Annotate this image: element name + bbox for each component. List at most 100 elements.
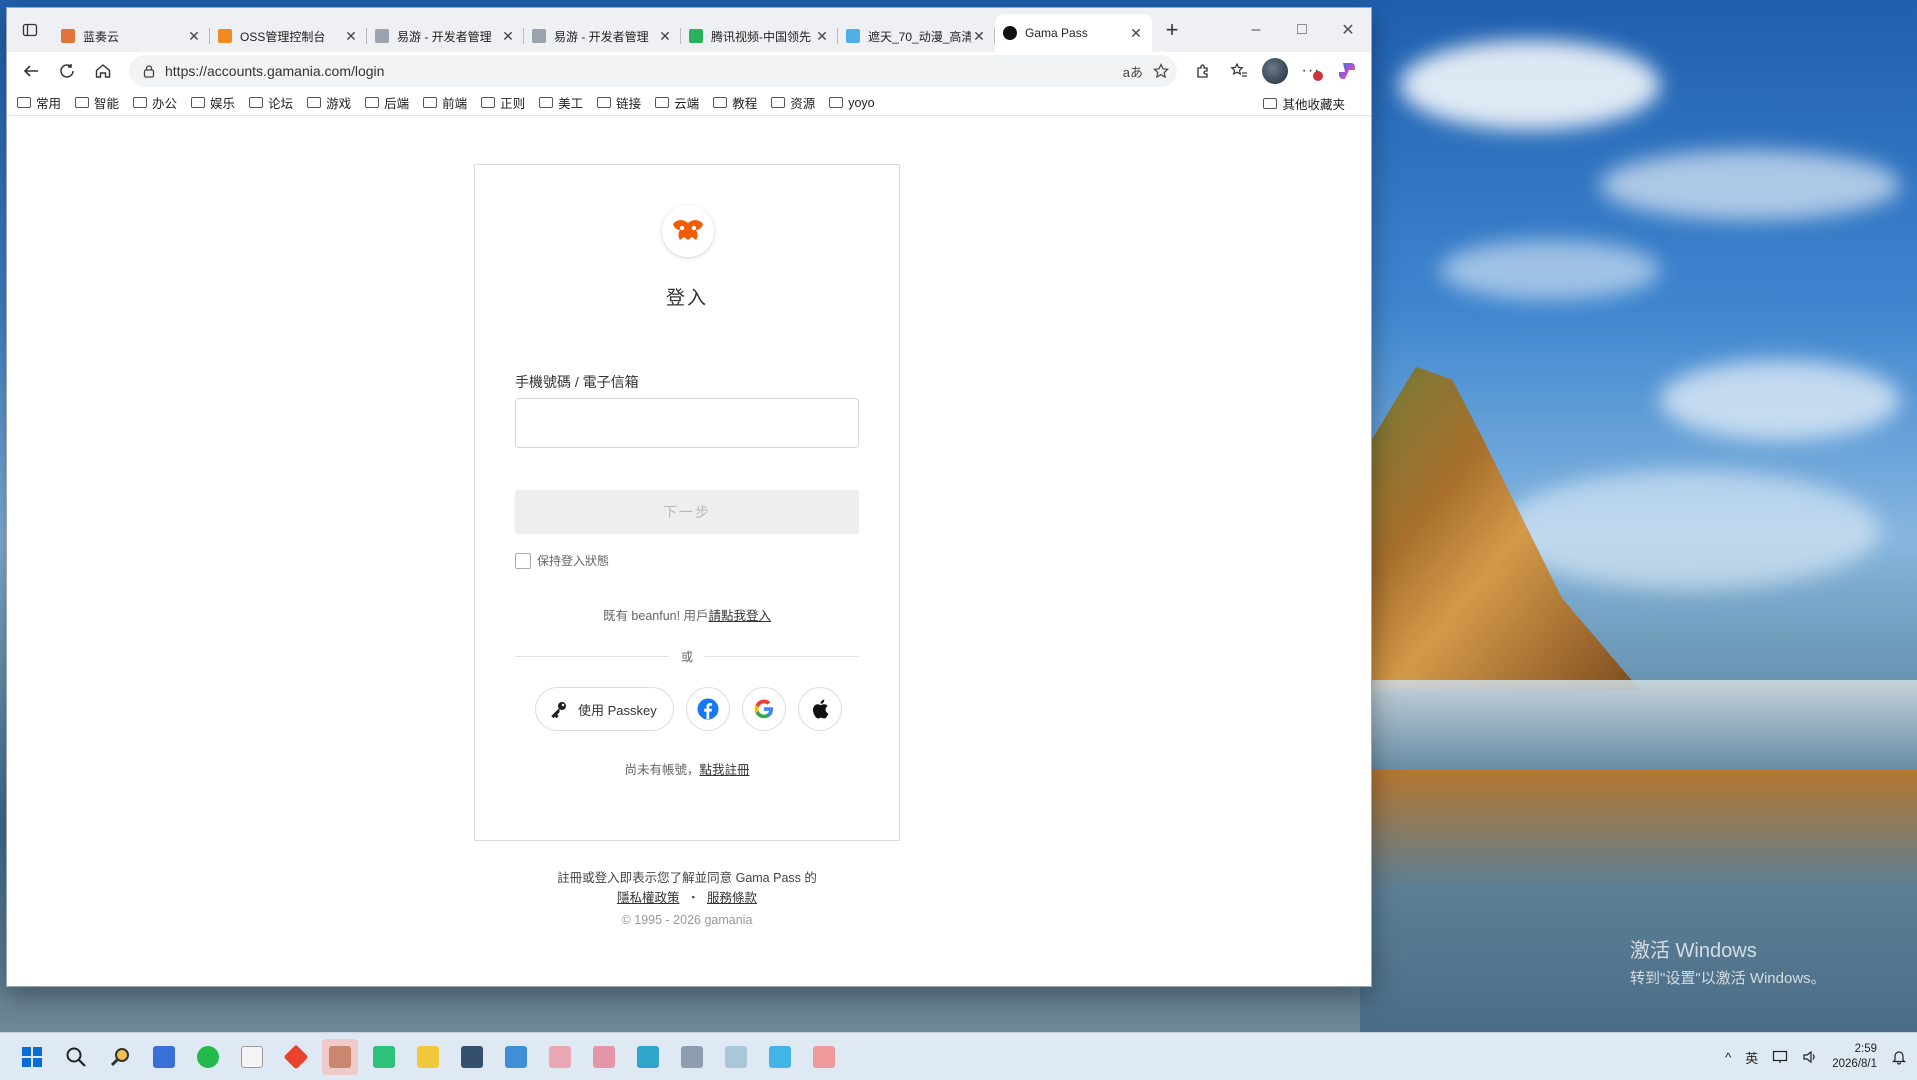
tab-close-icon[interactable]: ✕ bbox=[657, 28, 673, 45]
taskbar-app-8[interactable] bbox=[630, 1039, 666, 1075]
refresh-button[interactable] bbox=[49, 55, 85, 87]
minimize-button[interactable]: – bbox=[1233, 8, 1279, 52]
taskbar-app-git[interactable] bbox=[278, 1039, 314, 1075]
account-input[interactable] bbox=[515, 398, 859, 448]
folder-icon bbox=[655, 97, 670, 108]
site-info-icon[interactable] bbox=[137, 64, 161, 78]
browser-tab[interactable]: Gama Pass ✕ bbox=[995, 14, 1152, 52]
beach-reflection bbox=[1360, 770, 1917, 1032]
bookmark-folder[interactable]: 论坛 bbox=[249, 93, 293, 112]
google-login-button[interactable] bbox=[741, 687, 786, 731]
beanfun-login-link[interactable]: 請點我登入 bbox=[709, 609, 772, 623]
beanfun-login-line: 既有 beanfun! 用戶請點我登入 bbox=[475, 605, 899, 624]
taskbar-app-wechat[interactable] bbox=[190, 1039, 226, 1075]
tab-close-icon[interactable]: ✕ bbox=[186, 28, 202, 45]
network-icon[interactable] bbox=[1772, 1049, 1788, 1065]
window-controls: – □ ✕ bbox=[1233, 8, 1371, 52]
bookmark-folder[interactable]: 云端 bbox=[655, 93, 699, 112]
bookmark-folder[interactable]: 游戏 bbox=[307, 93, 351, 112]
remember-login[interactable]: 保持登入狀態 bbox=[515, 552, 609, 569]
next-button[interactable]: 下一步 bbox=[515, 490, 859, 534]
terms-of-service-link[interactable]: 服務條款 bbox=[707, 891, 757, 905]
tab-title: 遮天_70_动漫_高清 bbox=[868, 29, 971, 44]
extensions-button[interactable] bbox=[1185, 55, 1221, 87]
favorite-star-icon[interactable] bbox=[1153, 63, 1169, 79]
taskbar-app-11[interactable] bbox=[762, 1039, 798, 1075]
taskbar-app-5[interactable] bbox=[498, 1039, 534, 1075]
clock[interactable]: 2:59 2026/8/1 bbox=[1832, 1042, 1877, 1072]
maximize-button[interactable]: □ bbox=[1279, 8, 1325, 52]
bookmark-folder[interactable]: 链接 bbox=[597, 93, 641, 112]
browser-window: 蓝奏云 ✕ OSS管理控制台 ✕ 易游 - 开发者管理 ✕ 易游 - 开发者管理 ✕ 腾讯视频-… bbox=[6, 7, 1372, 987]
other-bookmarks[interactable]: 其他收藏夹 bbox=[1263, 90, 1345, 116]
facebook-login-button[interactable] bbox=[685, 687, 730, 731]
magnifier-app-icon bbox=[110, 1047, 129, 1066]
taskbar-app-2[interactable] bbox=[366, 1039, 402, 1075]
settings-more-button[interactable]: ··· bbox=[1293, 55, 1329, 87]
folder-icon bbox=[365, 97, 380, 108]
home-button[interactable] bbox=[85, 55, 121, 87]
arrow-left-icon bbox=[23, 65, 38, 77]
browser-tab[interactable]: 遮天_70_动漫_高清 ✕ bbox=[838, 20, 995, 52]
tab-actions-icon[interactable] bbox=[15, 15, 45, 45]
taskbar-app-7[interactable] bbox=[586, 1039, 622, 1075]
register-link[interactable]: 點我註冊 bbox=[700, 763, 750, 777]
bookmark-label: 后端 bbox=[384, 97, 410, 111]
tab-close-icon[interactable]: ✕ bbox=[500, 28, 516, 45]
bookmark-folder[interactable]: 资源 bbox=[771, 93, 815, 112]
taskbar-app-9[interactable] bbox=[674, 1039, 710, 1075]
taskbar-app-10[interactable] bbox=[718, 1039, 754, 1075]
bookmark-folder[interactable]: 后端 bbox=[365, 93, 409, 112]
bookmark-folder[interactable]: 智能 bbox=[75, 93, 119, 112]
browser-tab[interactable]: 蓝奏云 ✕ bbox=[53, 20, 210, 52]
taskbar-app-6[interactable] bbox=[542, 1039, 578, 1075]
privacy-policy-link[interactable]: 隱私權政策 bbox=[617, 891, 680, 905]
folder-icon bbox=[133, 97, 148, 108]
taskbar-app-12[interactable] bbox=[806, 1039, 842, 1075]
bookmark-folder[interactable]: 娱乐 bbox=[191, 93, 235, 112]
bookmark-folder[interactable]: yoyo bbox=[829, 96, 875, 110]
taskbar-app-4[interactable] bbox=[454, 1039, 490, 1075]
puzzle-icon bbox=[1197, 64, 1208, 78]
profile-button[interactable] bbox=[1257, 55, 1293, 87]
browser-tab[interactable]: 腾讯视频-中国领先 ✕ bbox=[681, 20, 838, 52]
back-button[interactable] bbox=[13, 55, 49, 87]
bookmark-folder[interactable]: 常用 bbox=[17, 93, 61, 112]
taskbar-app-typora[interactable] bbox=[234, 1039, 270, 1075]
read-aloud-icon[interactable]: aあ bbox=[1123, 62, 1143, 81]
bookmark-folder[interactable]: 正则 bbox=[481, 93, 525, 112]
taskbar-app-3[interactable] bbox=[410, 1039, 446, 1075]
browser-tab[interactable]: 易游 - 开发者管理 ✕ bbox=[367, 20, 524, 52]
tab-close-icon[interactable]: ✕ bbox=[343, 28, 359, 45]
tab-close-icon[interactable]: ✕ bbox=[971, 28, 987, 45]
notification-bell-icon[interactable] bbox=[1891, 1049, 1907, 1065]
taskbar-app-browser[interactable] bbox=[322, 1038, 358, 1075]
browser-tab[interactable]: OSS管理控制台 ✕ bbox=[210, 20, 367, 52]
ime-indicator[interactable]: 英 bbox=[1745, 1048, 1758, 1067]
bookmark-folder[interactable]: 前端 bbox=[423, 93, 467, 112]
close-window-button[interactable]: ✕ bbox=[1325, 8, 1371, 52]
taskbar-app-1[interactable] bbox=[146, 1039, 182, 1075]
bookmark-folder[interactable]: 教程 bbox=[713, 93, 757, 112]
tab-close-icon[interactable]: ✕ bbox=[1128, 25, 1144, 42]
browser-tab[interactable]: 易游 - 开发者管理 ✕ bbox=[524, 20, 681, 52]
address-bar[interactable]: https://accounts.gamania.com/login aあ bbox=[129, 55, 1177, 87]
url-text[interactable]: https://accounts.gamania.com/login bbox=[165, 63, 1123, 79]
bookmark-folder[interactable]: 美工 bbox=[539, 93, 583, 112]
search-button[interactable] bbox=[58, 1039, 94, 1075]
chevron-up-icon[interactable]: ^ bbox=[1725, 1050, 1731, 1065]
copilot-button[interactable] bbox=[1329, 55, 1365, 87]
favorites-button[interactable] bbox=[1221, 55, 1257, 87]
new-tab-button[interactable]: + bbox=[1156, 14, 1188, 46]
remember-checkbox[interactable] bbox=[515, 552, 531, 569]
bookmark-folder[interactable]: 办公 bbox=[133, 93, 177, 112]
app-icon bbox=[593, 1045, 615, 1068]
taskbar-app-search-tool[interactable] bbox=[102, 1039, 138, 1075]
apple-login-button[interactable] bbox=[797, 687, 842, 731]
volume-icon[interactable] bbox=[1802, 1049, 1818, 1065]
passkey-button[interactable]: 使用 Passkey bbox=[535, 687, 674, 731]
tab-favicon-icon bbox=[218, 29, 232, 43]
folder-icon bbox=[481, 97, 496, 108]
tab-close-icon[interactable]: ✕ bbox=[814, 28, 830, 45]
start-button[interactable] bbox=[14, 1039, 50, 1075]
